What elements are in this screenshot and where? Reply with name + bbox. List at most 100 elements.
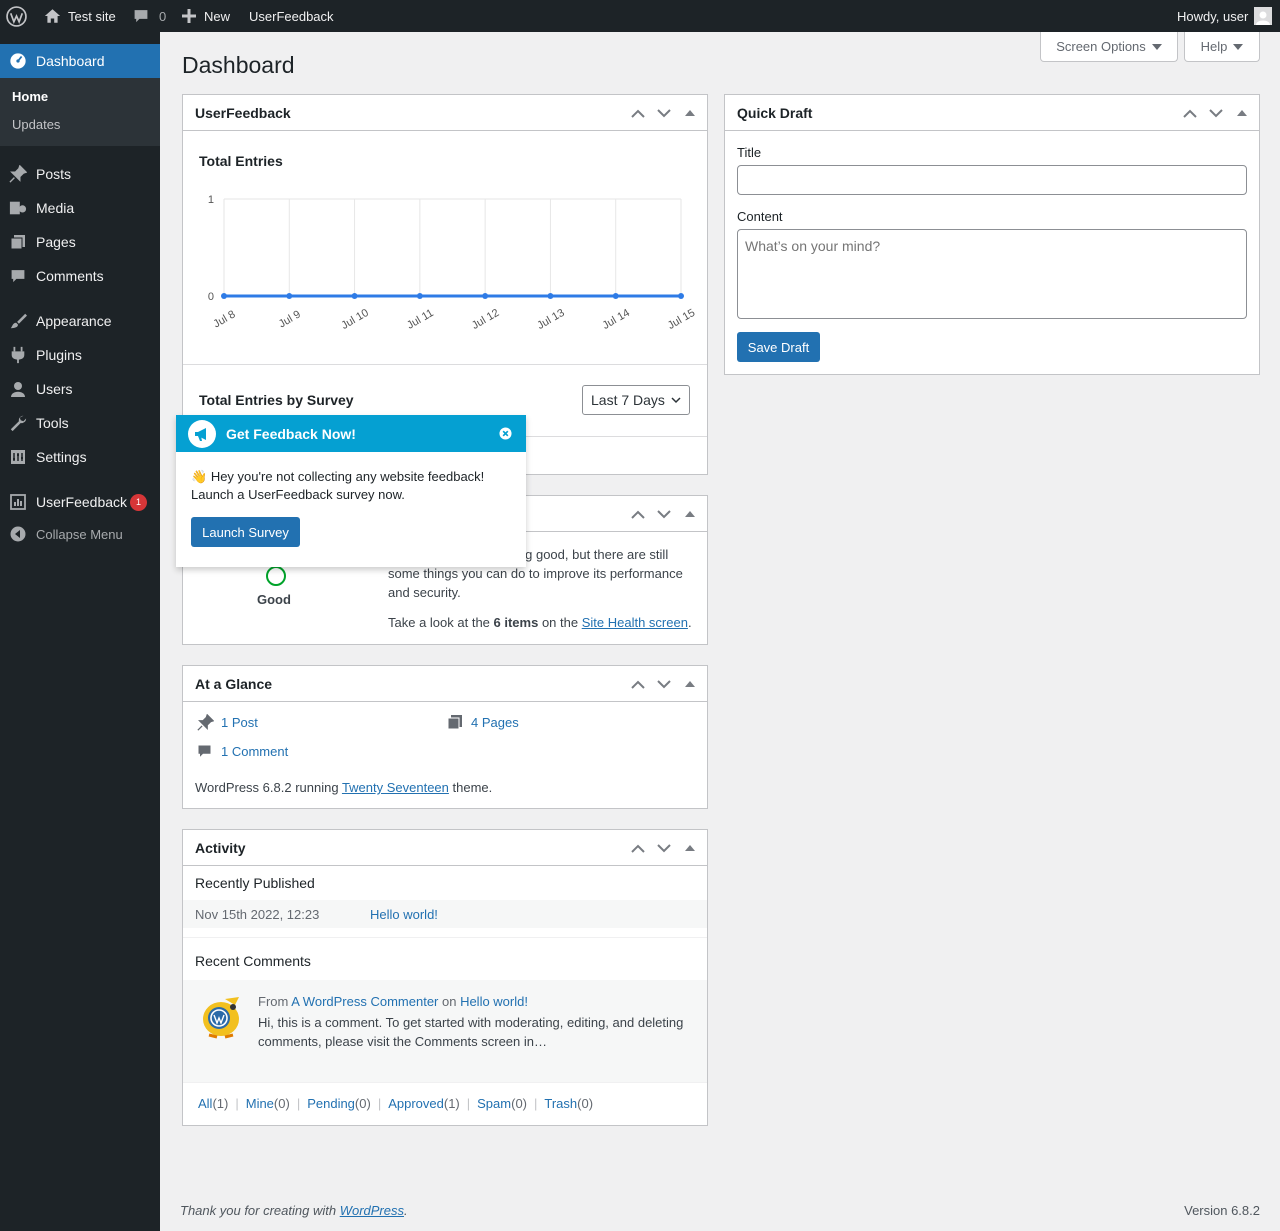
filter-separator: | — [296, 1096, 301, 1111]
sidebar-item-users[interactable]: Users — [0, 372, 160, 406]
sidebar-item-label: Settings — [36, 449, 87, 465]
move-down-icon[interactable] — [651, 95, 677, 131]
my-account-link[interactable]: Howdy, user — [1177, 0, 1273, 32]
userfeedback-adminbar-link[interactable]: UserFeedback — [249, 0, 334, 32]
pages-count-link[interactable]: 4 Pages — [471, 715, 519, 730]
comment-post-link[interactable]: Hello world! — [460, 994, 528, 1009]
comments-link[interactable]: 0 — [133, 0, 166, 32]
screen-options-button[interactable]: Screen Options — [1040, 32, 1178, 62]
draft-title-input[interactable] — [737, 165, 1247, 195]
filter-mine[interactable]: Mine — [246, 1096, 274, 1111]
comment-on: on — [438, 994, 461, 1009]
toggle-panel-icon[interactable] — [677, 95, 703, 131]
wordpress-logo-icon[interactable] — [6, 0, 28, 32]
toggle-panel-icon[interactable] — [677, 496, 703, 532]
close-icon[interactable] — [499, 427, 512, 440]
sidebar-item-label: UserFeedback — [36, 494, 128, 510]
move-down-icon[interactable] — [651, 830, 677, 866]
x-tick-label: Jul 8 — [211, 308, 237, 330]
popup-line-1: Hey you're not collecting any website fe… — [210, 469, 485, 484]
move-up-icon[interactable] — [625, 666, 651, 702]
move-up-icon[interactable] — [625, 496, 651, 532]
sidebar-item-settings[interactable]: Settings — [0, 440, 160, 474]
filter-count: (1) — [212, 1096, 229, 1111]
collapse-menu-button[interactable]: Collapse Menu — [0, 517, 160, 551]
draft-content-textarea[interactable] — [737, 229, 1247, 319]
toggle-panel-icon[interactable] — [677, 666, 703, 702]
comment-icon — [133, 9, 149, 24]
sidebar-item-comments[interactable]: Comments — [0, 259, 160, 293]
toggle-panel-icon[interactable] — [1229, 95, 1255, 131]
save-draft-button[interactable]: Save Draft — [737, 332, 820, 362]
sidebar-item-posts[interactable]: Posts — [0, 157, 160, 191]
divider — [183, 364, 707, 365]
screen-options-label: Screen Options — [1056, 39, 1146, 54]
sidebar-item-pages[interactable]: Pages — [0, 225, 160, 259]
x-tick-label: Jul 14 — [601, 307, 632, 332]
health-status: Good — [257, 592, 291, 607]
filter-all[interactable]: All — [198, 1096, 212, 1111]
entries-chart: 0 1 Jul 8 Jul 9 Jul 10 Jul 11 Jul 12 Jul 13 Jul … — [208, 194, 697, 332]
glance-pages[interactable]: 4 Pages — [447, 714, 519, 730]
health-suffix: . — [687, 615, 692, 630]
sidebar-item-appearance[interactable]: Appearance — [0, 304, 160, 338]
wp-version-prefix: WordPress 6.8.2 running — [195, 780, 342, 795]
published-post-link[interactable]: Hello world! — [370, 907, 438, 922]
health-text-3: and security. — [388, 585, 461, 600]
posts-count-link[interactable]: 1 Post — [221, 715, 258, 730]
sidebar-item-userfeedback[interactable]: UserFeedback 1 — [0, 485, 160, 519]
move-up-icon[interactable] — [1177, 95, 1203, 131]
data-point — [286, 293, 293, 299]
submenu-updates[interactable]: Updates — [12, 117, 60, 132]
move-down-icon[interactable] — [1203, 95, 1229, 131]
sidebar-item-media[interactable]: Media — [0, 191, 160, 225]
userfeedback-icon — [0, 494, 36, 510]
sidebar-item-plugins[interactable]: Plugins — [0, 338, 160, 372]
comments-count: 0 — [159, 8, 167, 24]
published-row: Nov 15th 2022, 12:23 Hello world! — [183, 900, 707, 928]
filter-spam[interactable]: Spam — [477, 1096, 511, 1111]
data-point — [547, 293, 554, 299]
filter-pending[interactable]: Pending — [307, 1096, 355, 1111]
glance-posts[interactable]: 1 Post — [197, 714, 258, 731]
site-name-link[interactable]: Test site — [44, 0, 116, 32]
date-range-select[interactable]: Last 7 Days — [582, 385, 690, 415]
site-health-link[interactable]: Site Health screen — [582, 615, 688, 630]
health-items-text: Take a look at the 6 items on the Site H… — [388, 615, 692, 630]
submenu-home[interactable]: Home — [12, 89, 48, 104]
help-button[interactable]: Help — [1184, 32, 1260, 62]
filter-approved[interactable]: Approved — [388, 1096, 444, 1111]
move-down-icon[interactable] — [651, 496, 677, 532]
move-up-icon[interactable] — [625, 95, 651, 131]
caret-down-icon — [1151, 43, 1162, 50]
sidebar-item-dashboard[interactable]: Dashboard — [0, 44, 160, 78]
pages-icon — [0, 234, 36, 250]
data-point — [416, 293, 423, 299]
popup-header: Get Feedback Now! — [176, 415, 526, 452]
widget-title: Quick Draft — [737, 104, 813, 121]
data-point — [482, 293, 489, 299]
launch-survey-button[interactable]: Launch Survey — [191, 517, 300, 547]
site-name: Test site — [68, 8, 116, 24]
pages-icon — [447, 714, 463, 730]
comments-count-link[interactable]: 1 Comment — [221, 744, 288, 759]
health-items-count: 6 items — [493, 615, 539, 630]
comment-text-1: Hi, this is a comment. To get started wi… — [258, 1015, 684, 1030]
theme-link[interactable]: Twenty Seventeen — [342, 780, 449, 795]
commenter-link[interactable]: A WordPress Commenter — [291, 994, 438, 1009]
new-content-link[interactable]: New — [182, 0, 230, 32]
move-up-icon[interactable] — [625, 830, 651, 866]
filter-trash[interactable]: Trash — [544, 1096, 577, 1111]
wordpress-link[interactable]: WordPress — [340, 1203, 404, 1218]
move-down-icon[interactable] — [651, 666, 677, 702]
sidebar-item-tools[interactable]: Tools — [0, 406, 160, 440]
widget-header: Activity — [183, 830, 707, 866]
toggle-panel-icon[interactable] — [677, 830, 703, 866]
at-a-glance-widget: At a Glance 1 Post 4 Pages 1 Comment Wor… — [182, 665, 708, 809]
glance-comments[interactable]: 1 Comment — [197, 744, 288, 759]
comment-meta: From A WordPress Commenter on Hello worl… — [258, 994, 528, 1009]
user-icon — [0, 381, 36, 397]
health-indicator-icon — [265, 565, 287, 587]
admin-bar: Test site 0 New UserFeedback Howdy, user — [0, 0, 1280, 32]
filter-count: (0) — [577, 1096, 594, 1111]
